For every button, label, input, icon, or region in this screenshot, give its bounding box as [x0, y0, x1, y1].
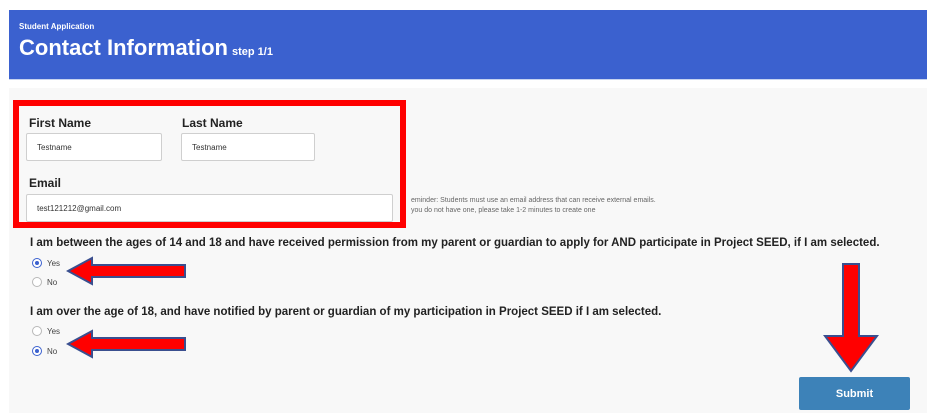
question-1-option-yes[interactable]: Yes: [32, 258, 60, 268]
radio-checked-icon[interactable]: [32, 346, 42, 356]
email-reminder-note: eminder: Students must use an email addr…: [411, 196, 656, 216]
option-label: No: [47, 277, 58, 287]
question-2-option-no[interactable]: No: [32, 346, 57, 356]
left-arrow-icon: [66, 256, 186, 286]
question-2-option-yes[interactable]: Yes: [32, 326, 60, 336]
header-divider: [9, 79, 927, 80]
option-label: No: [47, 346, 58, 356]
question-2-text: I am over the age of 18, and have notifi…: [30, 306, 662, 318]
option-label: Yes: [47, 326, 61, 336]
down-arrow-icon: [823, 263, 879, 373]
page-title-text: Contact Information: [19, 35, 228, 60]
highlight-box: [13, 100, 406, 228]
step-indicator: step 1/1: [232, 46, 273, 58]
submit-button[interactable]: Submit: [799, 377, 910, 410]
radio-unchecked-icon[interactable]: [32, 326, 42, 336]
radio-unchecked-icon[interactable]: [32, 277, 42, 287]
page-header: Student Application Contact Information s…: [9, 10, 927, 79]
left-arrow-icon: [66, 329, 186, 359]
radio-checked-icon[interactable]: [32, 258, 42, 268]
email-note-line-2: you do not have one, please take 1-2 min…: [411, 207, 596, 214]
page-title: Contact Information step 1/1: [19, 35, 273, 61]
question-1-option-no[interactable]: No: [32, 277, 57, 287]
option-label: Yes: [47, 258, 61, 268]
header-subtitle: Student Application: [19, 22, 95, 31]
question-1-text: I am between the ages of 14 and 18 and h…: [30, 237, 880, 249]
email-note-line-1: eminder: Students must use an email addr…: [411, 197, 656, 204]
